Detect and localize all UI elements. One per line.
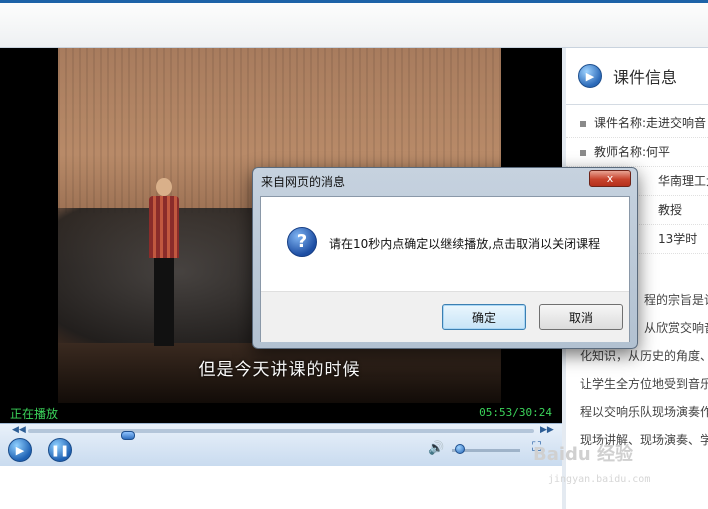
volume-thumb[interactable] xyxy=(455,444,465,454)
info-label: 课件名称: xyxy=(594,116,647,130)
play-button[interactable]: ▶ xyxy=(8,438,32,462)
course-info-header: ▶ 课件信息 xyxy=(566,48,708,105)
video-subtitle: 但是今天讲课的时候 xyxy=(198,360,361,380)
dialog-title: 来自网页的消息 xyxy=(261,175,346,189)
info-row-teacher: 教师名称:何平 xyxy=(566,138,708,167)
course-info-title: 课件信息 xyxy=(613,68,678,87)
time-display: 05:53/30:24 xyxy=(479,406,552,419)
volume-icon[interactable]: 🔊 xyxy=(428,441,444,456)
speaker-figure xyxy=(149,178,179,348)
play-circle-icon: ▶ xyxy=(578,64,602,88)
seek-thumb[interactable] xyxy=(121,431,135,440)
pause-button[interactable]: ❚❚ xyxy=(48,438,72,462)
dialog-message-area: ? 请在10秒内点确定以继续播放,点击取消以关闭课程 xyxy=(261,197,629,291)
desc-line: 程以交响乐队现场演奏作 xyxy=(580,405,708,419)
info-value: 走进交响音 xyxy=(646,116,707,130)
dialog-body: ? 请在10秒内点确定以继续播放,点击取消以关闭课程 确定 取消 xyxy=(260,196,630,342)
info-value: 13学时 xyxy=(658,232,698,246)
info-label: 教师名称: xyxy=(594,145,647,159)
info-value: 何平 xyxy=(646,145,671,159)
ok-button[interactable]: 确定 xyxy=(442,304,526,330)
baidu-watermark-url: jingyan.baidu.com xyxy=(548,474,651,485)
info-value: 教授 xyxy=(658,203,683,217)
question-icon: ? xyxy=(287,227,317,257)
info-value: 华南理工大 xyxy=(658,174,708,188)
seek-bar[interactable] xyxy=(28,429,534,440)
close-icon[interactable]: x xyxy=(589,170,631,187)
dialog-message: 请在10秒内点确定以继续播放,点击取消以关闭课程 xyxy=(329,237,601,251)
desc-line: 让学生全方位地受到音乐 xyxy=(580,377,708,391)
play-status: 正在播放 xyxy=(10,407,59,421)
top-banner xyxy=(0,0,708,48)
player-status-bar: 正在播放 05:53/30:24 xyxy=(0,403,562,423)
dialog-button-area: 确定 取消 xyxy=(261,291,629,342)
baidu-watermark: Baidu 经验 xyxy=(533,444,634,465)
player-controls: ◀◀ ▶▶ ▶ ❚❚ 🔊 ⛶ xyxy=(0,423,562,466)
confirm-dialog: 来自网页的消息 x ? 请在10秒内点确定以继续播放,点击取消以关闭课程 确定 … xyxy=(252,167,638,349)
info-row-course-name: 课件名称:走进交响音 xyxy=(566,109,708,138)
seek-forward-icon[interactable]: ▶▶ xyxy=(540,425,554,435)
seek-back-icon[interactable]: ◀◀ xyxy=(12,425,26,435)
cancel-button[interactable]: 取消 xyxy=(539,304,623,330)
